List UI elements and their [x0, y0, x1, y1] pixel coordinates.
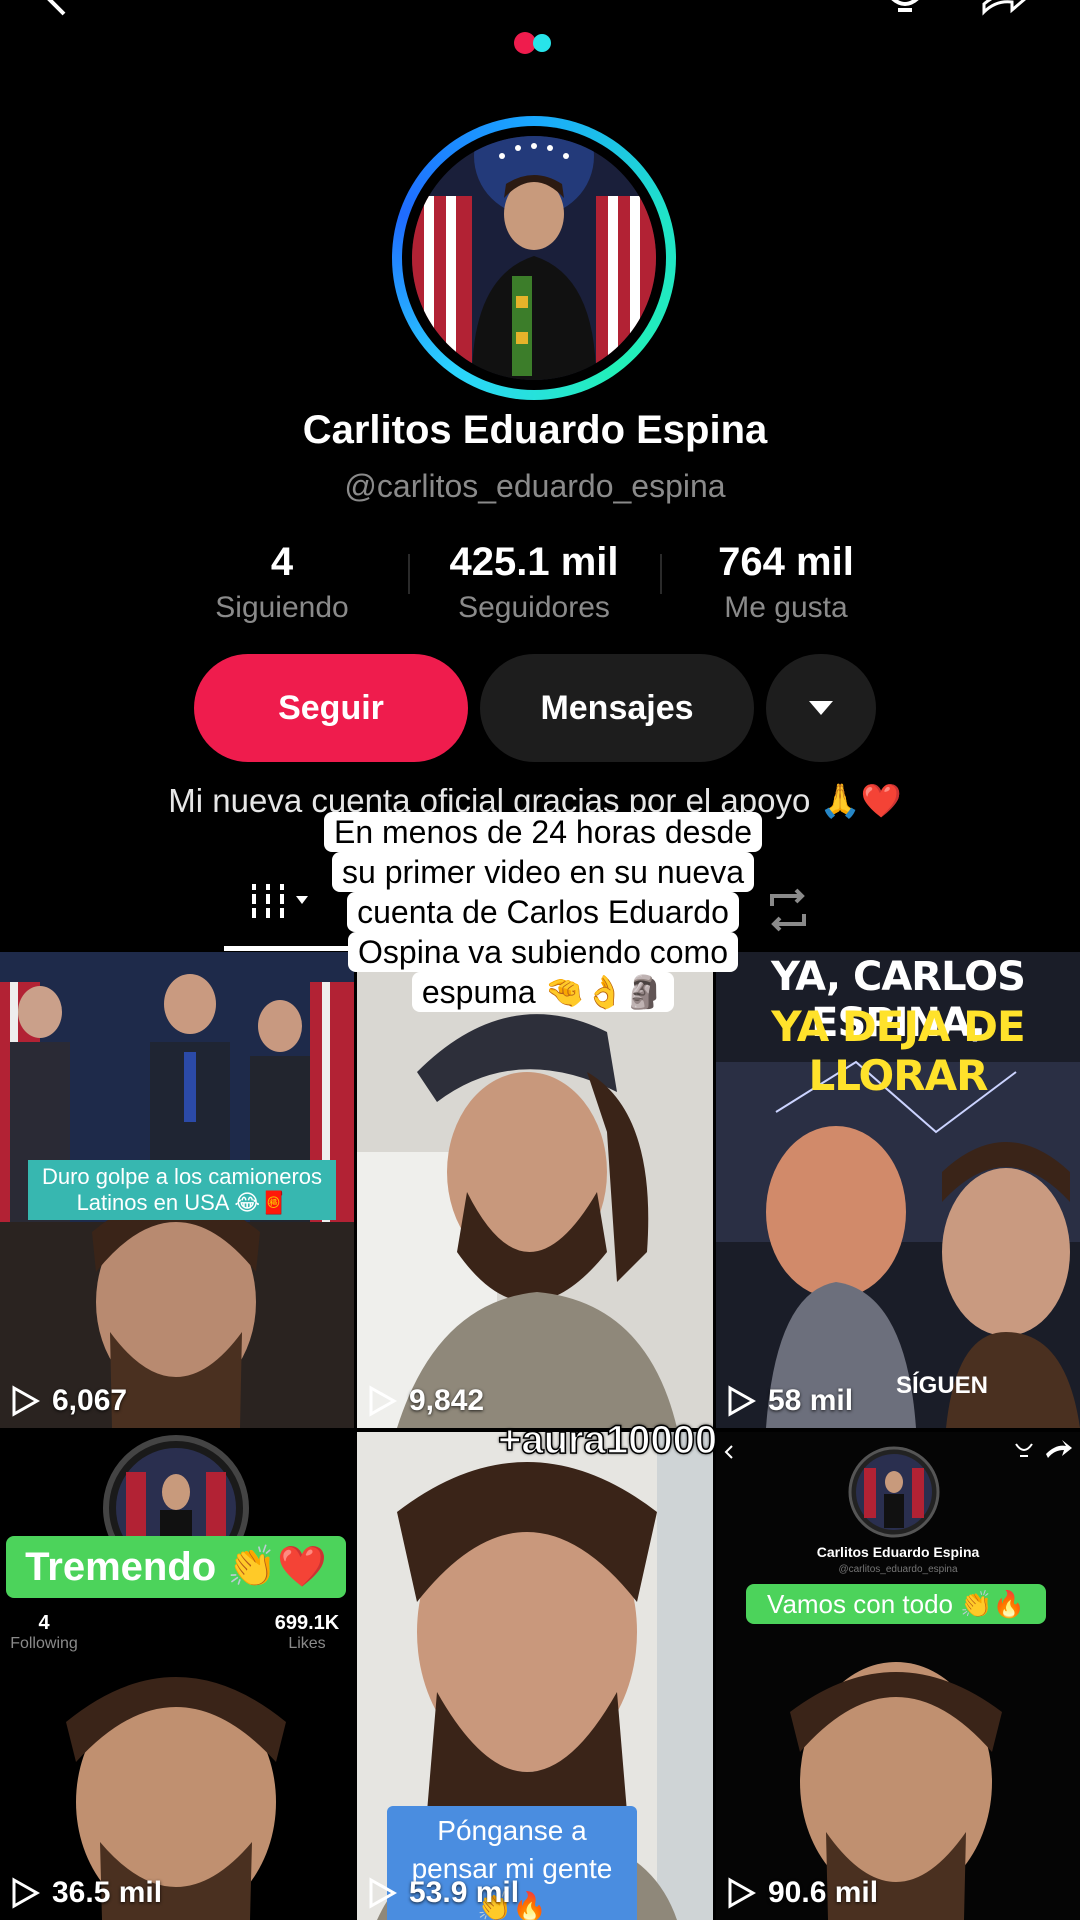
embedded-likes-value: 699.1K	[274, 1612, 340, 1634]
stat-following-value: 4	[270, 540, 294, 584]
stat-likes[interactable]: 764 mil Me gusta	[676, 540, 896, 625]
view-count-value: 9,842	[409, 1384, 485, 1417]
video-caption-tag: Tremendo 👏❤️	[6, 1536, 346, 1598]
stat-likes-label: Me gusta	[724, 591, 848, 624]
stat-likes-value: 764 mil	[718, 540, 854, 584]
video-thumbnail[interactable]: Duro golpe a los camioneros Latinos en U…	[0, 952, 354, 1428]
video-thumbnail[interactable]: Pónganse a pensar mi gente 👏🔥 53.9 mil	[357, 1432, 713, 1920]
stat-followers-label: Seguidores	[458, 591, 610, 624]
video-headline-highlight: YA DEJA DE LLORAR	[771, 1002, 1025, 1100]
embedded-following-label: Following	[10, 1635, 78, 1652]
play-icon	[369, 1385, 397, 1417]
follow-button[interactable]: Seguir	[194, 654, 468, 762]
stat-divider	[660, 554, 662, 594]
view-count-value: 58 mil	[768, 1384, 854, 1417]
stat-following-label: Siguiendo	[215, 591, 349, 624]
view-count: 6,067	[10, 1384, 127, 1418]
stat-followers[interactable]: 425.1 mil Seguidores	[424, 540, 644, 625]
stat-following[interactable]: 4 Siguiendo	[172, 540, 392, 625]
view-count: 53.9 mil	[367, 1876, 519, 1910]
caret-down-icon	[809, 701, 833, 715]
video-overlay-text: SÍGUEN	[896, 1372, 989, 1399]
view-count: 58 mil	[726, 1384, 853, 1418]
notification-bell-icon[interactable]	[880, 0, 930, 22]
profile-avatar[interactable]	[392, 116, 676, 400]
top-bar	[0, 0, 1080, 90]
back-arrow-icon[interactable]	[40, 0, 76, 18]
view-count-value: 90.6 mil	[768, 1876, 879, 1909]
play-icon	[12, 1877, 40, 1909]
video-caption-tag: Duro golpe a los camioneros Latinos en U…	[28, 1160, 336, 1220]
embedded-profile-name: Carlitos Eduardo Espina	[816, 1544, 980, 1560]
share-icon[interactable]	[978, 0, 1028, 22]
stat-followers-value: 425.1 mil	[449, 540, 619, 584]
view-count: 36.5 mil	[10, 1876, 162, 1910]
profile-stats: 4 Siguiendo 425.1 mil Seguidores 764 mil…	[0, 540, 1080, 640]
play-icon	[12, 1385, 40, 1417]
embedded-following-value: 4	[38, 1612, 50, 1634]
tiktok-logo-icon	[514, 32, 551, 54]
profile-name: Carlitos Eduardo Espina	[302, 408, 768, 452]
view-count-value: 6,067	[52, 1384, 128, 1417]
view-count-value: 36.5 mil	[52, 1876, 163, 1909]
avatar-photo	[412, 136, 656, 380]
video-thumbnail[interactable]: Tremendo 👏❤️ 4 Following 699.1K Likes 36…	[0, 1432, 354, 1920]
message-button[interactable]: Mensajes	[480, 654, 754, 762]
play-icon	[728, 1385, 756, 1417]
play-icon	[369, 1877, 397, 1909]
video-thumbnail-image	[0, 1432, 354, 1920]
embedded-following-stat: 4 Following	[4, 1612, 84, 1653]
more-options-button[interactable]	[766, 654, 876, 762]
stat-divider	[408, 554, 410, 594]
video-thumbnail[interactable]: YA, CARLOS ESPINA, YA DEJA DE LLORAR SÍG…	[716, 952, 1080, 1428]
embedded-likes-label: Likes	[288, 1635, 326, 1652]
video-caption-tag: Vamos con todo 👏🔥	[746, 1584, 1046, 1624]
view-count-value: 53.9 mil	[409, 1876, 520, 1909]
embedded-likes-stat: 699.1K Likes	[264, 1612, 350, 1653]
profile-handle: @carlitos_eduardo_espina	[344, 468, 726, 504]
overlay-caption-text: En menos de 24 horas desde su primer vid…	[323, 812, 763, 1012]
view-count: 9,842	[367, 1384, 484, 1418]
aura-overlay-text: +aura10000	[497, 1417, 718, 1463]
video-thumbnail-image	[357, 952, 713, 1428]
embedded-profile-handle: @carlitos_eduardo_espina	[838, 1564, 958, 1575]
video-thumbnail[interactable]: Carlitos Eduardo Espina @carlitos_eduard…	[716, 1432, 1080, 1920]
view-count: 90.6 mil	[726, 1876, 878, 1910]
play-icon	[728, 1877, 756, 1909]
video-thumbnail[interactable]: 9,842	[357, 952, 713, 1428]
video-thumbnail-image	[716, 1432, 1080, 1920]
overlay-caption: En menos de 24 horas desde su primer vid…	[316, 812, 770, 1012]
